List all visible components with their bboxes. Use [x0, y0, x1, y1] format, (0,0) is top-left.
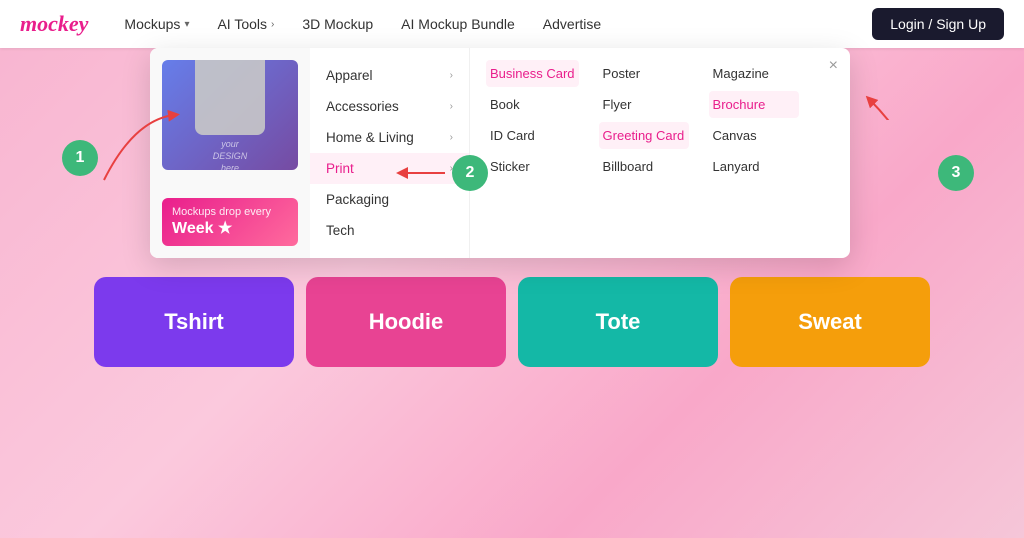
cat-apparel[interactable]: Apparel ›	[310, 60, 469, 91]
annotation-3: 3	[938, 155, 974, 191]
sub-poster[interactable]: Poster	[599, 60, 689, 87]
sub-book[interactable]: Book	[486, 91, 579, 118]
sub-billboard[interactable]: Billboard	[599, 153, 689, 180]
nav-advertise[interactable]: Advertise	[531, 10, 613, 38]
annotation-2: 2	[452, 155, 488, 191]
cat-home-living[interactable]: Home & Living ›	[310, 122, 469, 153]
nav-links: Mockups ▾ AI Tools › 3D Mockup AI Mockup…	[112, 10, 872, 38]
nav-mockups[interactable]: Mockups ▾	[112, 10, 201, 38]
chevron-down-icon: ▾	[184, 19, 189, 30]
sub-canvas[interactable]: Canvas	[709, 122, 799, 149]
cat-card-sweat[interactable]: Sweat	[730, 277, 930, 367]
nav-ai-bundle[interactable]: AI Mockup Bundle	[389, 10, 527, 38]
cat-accessories[interactable]: Accessories ›	[310, 91, 469, 122]
logo[interactable]: mockey	[20, 11, 88, 37]
preview-badge: Mockups drop every Week ★	[162, 198, 298, 246]
login-button[interactable]: Login / Sign Up	[872, 8, 1004, 40]
nav-3d-mockup[interactable]: 3D Mockup	[290, 10, 385, 38]
subcol-3: Magazine Brochure Canvas Lanyard	[709, 60, 799, 246]
preview-image: yourDESIGNhere	[162, 60, 298, 170]
badge-top-text: Mockups drop every	[172, 206, 288, 218]
arrow-right-icon: ›	[450, 70, 453, 81]
cat-card-hoodie[interactable]: Hoodie	[306, 277, 506, 367]
dropdown-subcols: Business Card Book ID Card Sticker Poste…	[470, 48, 850, 258]
subcol-2: Poster Flyer Greeting Card Billboard	[599, 60, 689, 246]
cat-tech[interactable]: Tech	[310, 215, 469, 246]
subcol-1: Business Card Book ID Card Sticker	[486, 60, 579, 246]
dropdown-menu: yourDESIGNhere Mockups drop every Week ★…	[150, 48, 850, 258]
cat-packaging[interactable]: Packaging	[310, 184, 469, 215]
navbar: mockey Mockups ▾ AI Tools › 3D Mockup AI…	[0, 0, 1024, 48]
dropdown-preview: yourDESIGNhere Mockups drop every Week ★	[150, 48, 310, 258]
dropdown-categories: Apparel › Accessories › Home & Living › …	[310, 48, 470, 258]
cat-card-tote[interactable]: Tote	[518, 277, 718, 367]
arrow-right-icon: ›	[450, 132, 453, 143]
category-cards: Tshirt Hoodie Tote Sweat	[0, 261, 1024, 367]
close-button[interactable]: ×	[829, 58, 838, 74]
sub-business-card[interactable]: Business Card	[486, 60, 579, 87]
sub-flyer[interactable]: Flyer	[599, 91, 689, 118]
sub-brochure[interactable]: Brochure	[709, 91, 799, 118]
sub-sticker[interactable]: Sticker	[486, 153, 579, 180]
annotation-1: 1	[62, 140, 98, 176]
cat-print[interactable]: Print ›	[310, 153, 469, 184]
cat-card-tshirt[interactable]: Tshirt	[94, 277, 294, 367]
chevron-down-icon: ›	[271, 19, 274, 30]
sub-lanyard[interactable]: Lanyard	[709, 153, 799, 180]
arrow-right-icon: ›	[450, 101, 453, 112]
sub-id-card[interactable]: ID Card	[486, 122, 579, 149]
sub-magazine[interactable]: Magazine	[709, 60, 799, 87]
sub-greeting-card[interactable]: Greeting Card	[599, 122, 689, 149]
nav-ai-tools[interactable]: AI Tools ›	[205, 10, 286, 38]
badge-week-text: Week ★	[172, 218, 288, 238]
